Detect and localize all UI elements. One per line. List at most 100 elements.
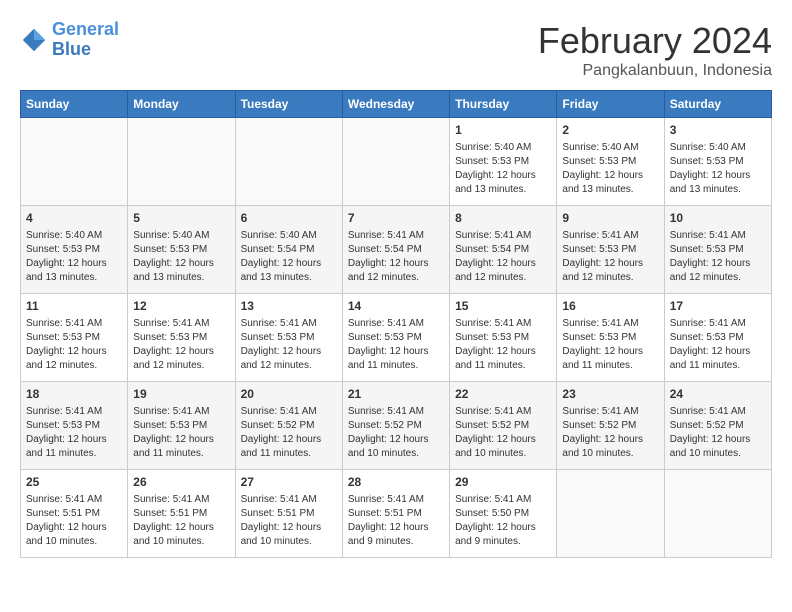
day-number: 20 <box>241 386 337 403</box>
calendar-week-row: 4 Sunrise: 5:40 AM Sunset: 5:53 PM Daylig… <box>21 206 772 294</box>
day-info: Sunrise: 5:41 AM Sunset: 5:53 PM Dayligh… <box>241 317 337 373</box>
day-info: Sunrise: 5:41 AM Sunset: 5:53 PM Dayligh… <box>562 317 658 373</box>
day-info: Sunrise: 5:41 AM Sunset: 5:53 PM Dayligh… <box>670 317 766 373</box>
day-number: 15 <box>455 298 551 315</box>
day-number: 17 <box>670 298 766 315</box>
calendar-cell: 14Sunrise: 5:41 AM Sunset: 5:53 PM Dayli… <box>342 294 449 382</box>
day-number: 14 <box>348 298 444 315</box>
calendar-cell: 13 Sunrise: 5:41 AM Sunset: 5:53 PM Dayli… <box>235 294 342 382</box>
day-info: Sunrise: 5:41 AM Sunset: 5:54 PM Dayligh… <box>455 229 551 285</box>
day-number: 26 <box>133 474 229 491</box>
calendar-cell: 20 Sunrise: 5:41 AM Sunset: 5:52 PM Dayli… <box>235 382 342 470</box>
day-number: 10 <box>670 210 766 227</box>
calendar-week-row: 11 Sunrise: 5:41 AM Sunset: 5:53 PM Dayli… <box>21 294 772 382</box>
calendar-cell: 12 Sunrise: 5:41 AM Sunset: 5:53 PM Dayli… <box>128 294 235 382</box>
day-info: Sunrise: 5:41 AM Sunset: 5:53 PM Dayligh… <box>670 229 766 285</box>
day-info: Sunrise: 5:41 AM Sunset: 5:51 PM Dayligh… <box>133 493 229 549</box>
logo-line2: Blue <box>52 39 91 59</box>
calendar-cell <box>664 470 771 558</box>
calendar-cell <box>21 118 128 206</box>
calendar-cell <box>557 470 664 558</box>
day-info: Sunrise: 5:41 AM Sunset: 5:52 PM Dayligh… <box>455 405 551 461</box>
day-number: 25 <box>26 474 122 491</box>
calendar-cell: 1Sunrise: 5:40 AM Sunset: 5:53 PM Daylig… <box>450 118 557 206</box>
month-year-title: February 2024 <box>538 20 772 62</box>
day-number: 13 <box>241 298 337 315</box>
calendar-cell: 7 Sunrise: 5:41 AM Sunset: 5:54 PM Daylig… <box>342 206 449 294</box>
calendar-cell: 9Sunrise: 5:41 AM Sunset: 5:53 PM Daylig… <box>557 206 664 294</box>
weekday-header-tuesday: Tuesday <box>235 91 342 118</box>
day-number: 18 <box>26 386 122 403</box>
day-info: Sunrise: 5:41 AM Sunset: 5:53 PM Dayligh… <box>562 229 658 285</box>
day-number: 28 <box>348 474 444 491</box>
calendar-cell: 15 Sunrise: 5:41 AM Sunset: 5:53 PM Dayli… <box>450 294 557 382</box>
day-info: Sunrise: 5:41 AM Sunset: 5:51 PM Dayligh… <box>26 493 122 549</box>
day-info: Sunrise: 5:40 AM Sunset: 5:53 PM Dayligh… <box>562 141 658 197</box>
calendar-cell: 19Sunrise: 5:41 AM Sunset: 5:53 PM Dayli… <box>128 382 235 470</box>
calendar-cell: 6 Sunrise: 5:40 AM Sunset: 5:54 PM Daylig… <box>235 206 342 294</box>
day-number: 22 <box>455 386 551 403</box>
day-info: Sunrise: 5:41 AM Sunset: 5:52 PM Dayligh… <box>670 405 766 461</box>
day-number: 11 <box>26 298 122 315</box>
logo: General Blue <box>20 20 119 60</box>
weekday-header-monday: Monday <box>128 91 235 118</box>
day-number: 12 <box>133 298 229 315</box>
day-number: 2 <box>562 122 658 139</box>
calendar-cell <box>342 118 449 206</box>
day-number: 19 <box>133 386 229 403</box>
day-info: Sunrise: 5:40 AM Sunset: 5:53 PM Dayligh… <box>133 229 229 285</box>
calendar-week-row: 18 Sunrise: 5:41 AM Sunset: 5:53 PM Dayli… <box>21 382 772 470</box>
day-number: 24 <box>670 386 766 403</box>
calendar-cell: 18 Sunrise: 5:41 AM Sunset: 5:53 PM Dayli… <box>21 382 128 470</box>
weekday-header-thursday: Thursday <box>450 91 557 118</box>
day-info: Sunrise: 5:41 AM Sunset: 5:53 PM Dayligh… <box>455 317 551 373</box>
day-info: Sunrise: 5:41 AM Sunset: 5:53 PM Dayligh… <box>133 317 229 373</box>
weekday-header-row: SundayMondayTuesdayWednesdayThursdayFrid… <box>21 91 772 118</box>
day-info: Sunrise: 5:41 AM Sunset: 5:51 PM Dayligh… <box>348 493 444 549</box>
calendar-week-row: 25 Sunrise: 5:41 AM Sunset: 5:51 PM Dayli… <box>21 470 772 558</box>
day-info: Sunrise: 5:41 AM Sunset: 5:53 PM Dayligh… <box>26 317 122 373</box>
calendar-cell: 25 Sunrise: 5:41 AM Sunset: 5:51 PM Dayli… <box>21 470 128 558</box>
day-number: 27 <box>241 474 337 491</box>
calendar-cell: 16 Sunrise: 5:41 AM Sunset: 5:53 PM Dayli… <box>557 294 664 382</box>
day-number: 7 <box>348 210 444 227</box>
day-info: Sunrise: 5:41 AM Sunset: 5:52 PM Dayligh… <box>562 405 658 461</box>
day-number: 16 <box>562 298 658 315</box>
calendar-cell: 10 Sunrise: 5:41 AM Sunset: 5:53 PM Dayli… <box>664 206 771 294</box>
day-info: Sunrise: 5:41 AM Sunset: 5:52 PM Dayligh… <box>348 405 444 461</box>
day-info: Sunrise: 5:40 AM Sunset: 5:53 PM Dayligh… <box>670 141 766 197</box>
calendar-cell <box>235 118 342 206</box>
logo-icon <box>20 26 48 54</box>
day-number: 4 <box>26 210 122 227</box>
day-info: Sunrise: 5:41 AM Sunset: 5:52 PM Dayligh… <box>241 405 337 461</box>
day-number: 5 <box>133 210 229 227</box>
calendar-cell: 24 Sunrise: 5:41 AM Sunset: 5:52 PM Dayli… <box>664 382 771 470</box>
calendar-cell: 11 Sunrise: 5:41 AM Sunset: 5:53 PM Dayli… <box>21 294 128 382</box>
day-number: 6 <box>241 210 337 227</box>
weekday-header-sunday: Sunday <box>21 91 128 118</box>
calendar-cell <box>128 118 235 206</box>
page-header: General Blue February 2024 Pangkalanbuun… <box>20 20 772 80</box>
weekday-header-wednesday: Wednesday <box>342 91 449 118</box>
day-number: 8 <box>455 210 551 227</box>
day-info: Sunrise: 5:40 AM Sunset: 5:53 PM Dayligh… <box>26 229 122 285</box>
calendar-cell: 23 Sunrise: 5:41 AM Sunset: 5:52 PM Dayli… <box>557 382 664 470</box>
calendar-cell: 17 Sunrise: 5:41 AM Sunset: 5:53 PM Dayli… <box>664 294 771 382</box>
logo-line1: General <box>52 19 119 39</box>
day-info: Sunrise: 5:41 AM Sunset: 5:53 PM Dayligh… <box>26 405 122 461</box>
calendar-cell: 27Sunrise: 5:41 AM Sunset: 5:51 PM Dayli… <box>235 470 342 558</box>
weekday-header-friday: Friday <box>557 91 664 118</box>
location-subtitle: Pangkalanbuun, Indonesia <box>538 62 772 80</box>
day-info: Sunrise: 5:40 AM Sunset: 5:54 PM Dayligh… <box>241 229 337 285</box>
calendar-cell: 8 Sunrise: 5:41 AM Sunset: 5:54 PM Daylig… <box>450 206 557 294</box>
weekday-header-saturday: Saturday <box>664 91 771 118</box>
calendar-cell: 4 Sunrise: 5:40 AM Sunset: 5:53 PM Daylig… <box>21 206 128 294</box>
title-block: February 2024 Pangkalanbuun, Indonesia <box>538 20 772 80</box>
day-number: 3 <box>670 122 766 139</box>
day-number: 21 <box>348 386 444 403</box>
calendar-cell: 29Sunrise: 5:41 AM Sunset: 5:50 PM Dayli… <box>450 470 557 558</box>
calendar-week-row: 1Sunrise: 5:40 AM Sunset: 5:53 PM Daylig… <box>21 118 772 206</box>
calendar-cell: 22 Sunrise: 5:41 AM Sunset: 5:52 PM Dayli… <box>450 382 557 470</box>
day-number: 23 <box>562 386 658 403</box>
day-info: Sunrise: 5:41 AM Sunset: 5:54 PM Dayligh… <box>348 229 444 285</box>
